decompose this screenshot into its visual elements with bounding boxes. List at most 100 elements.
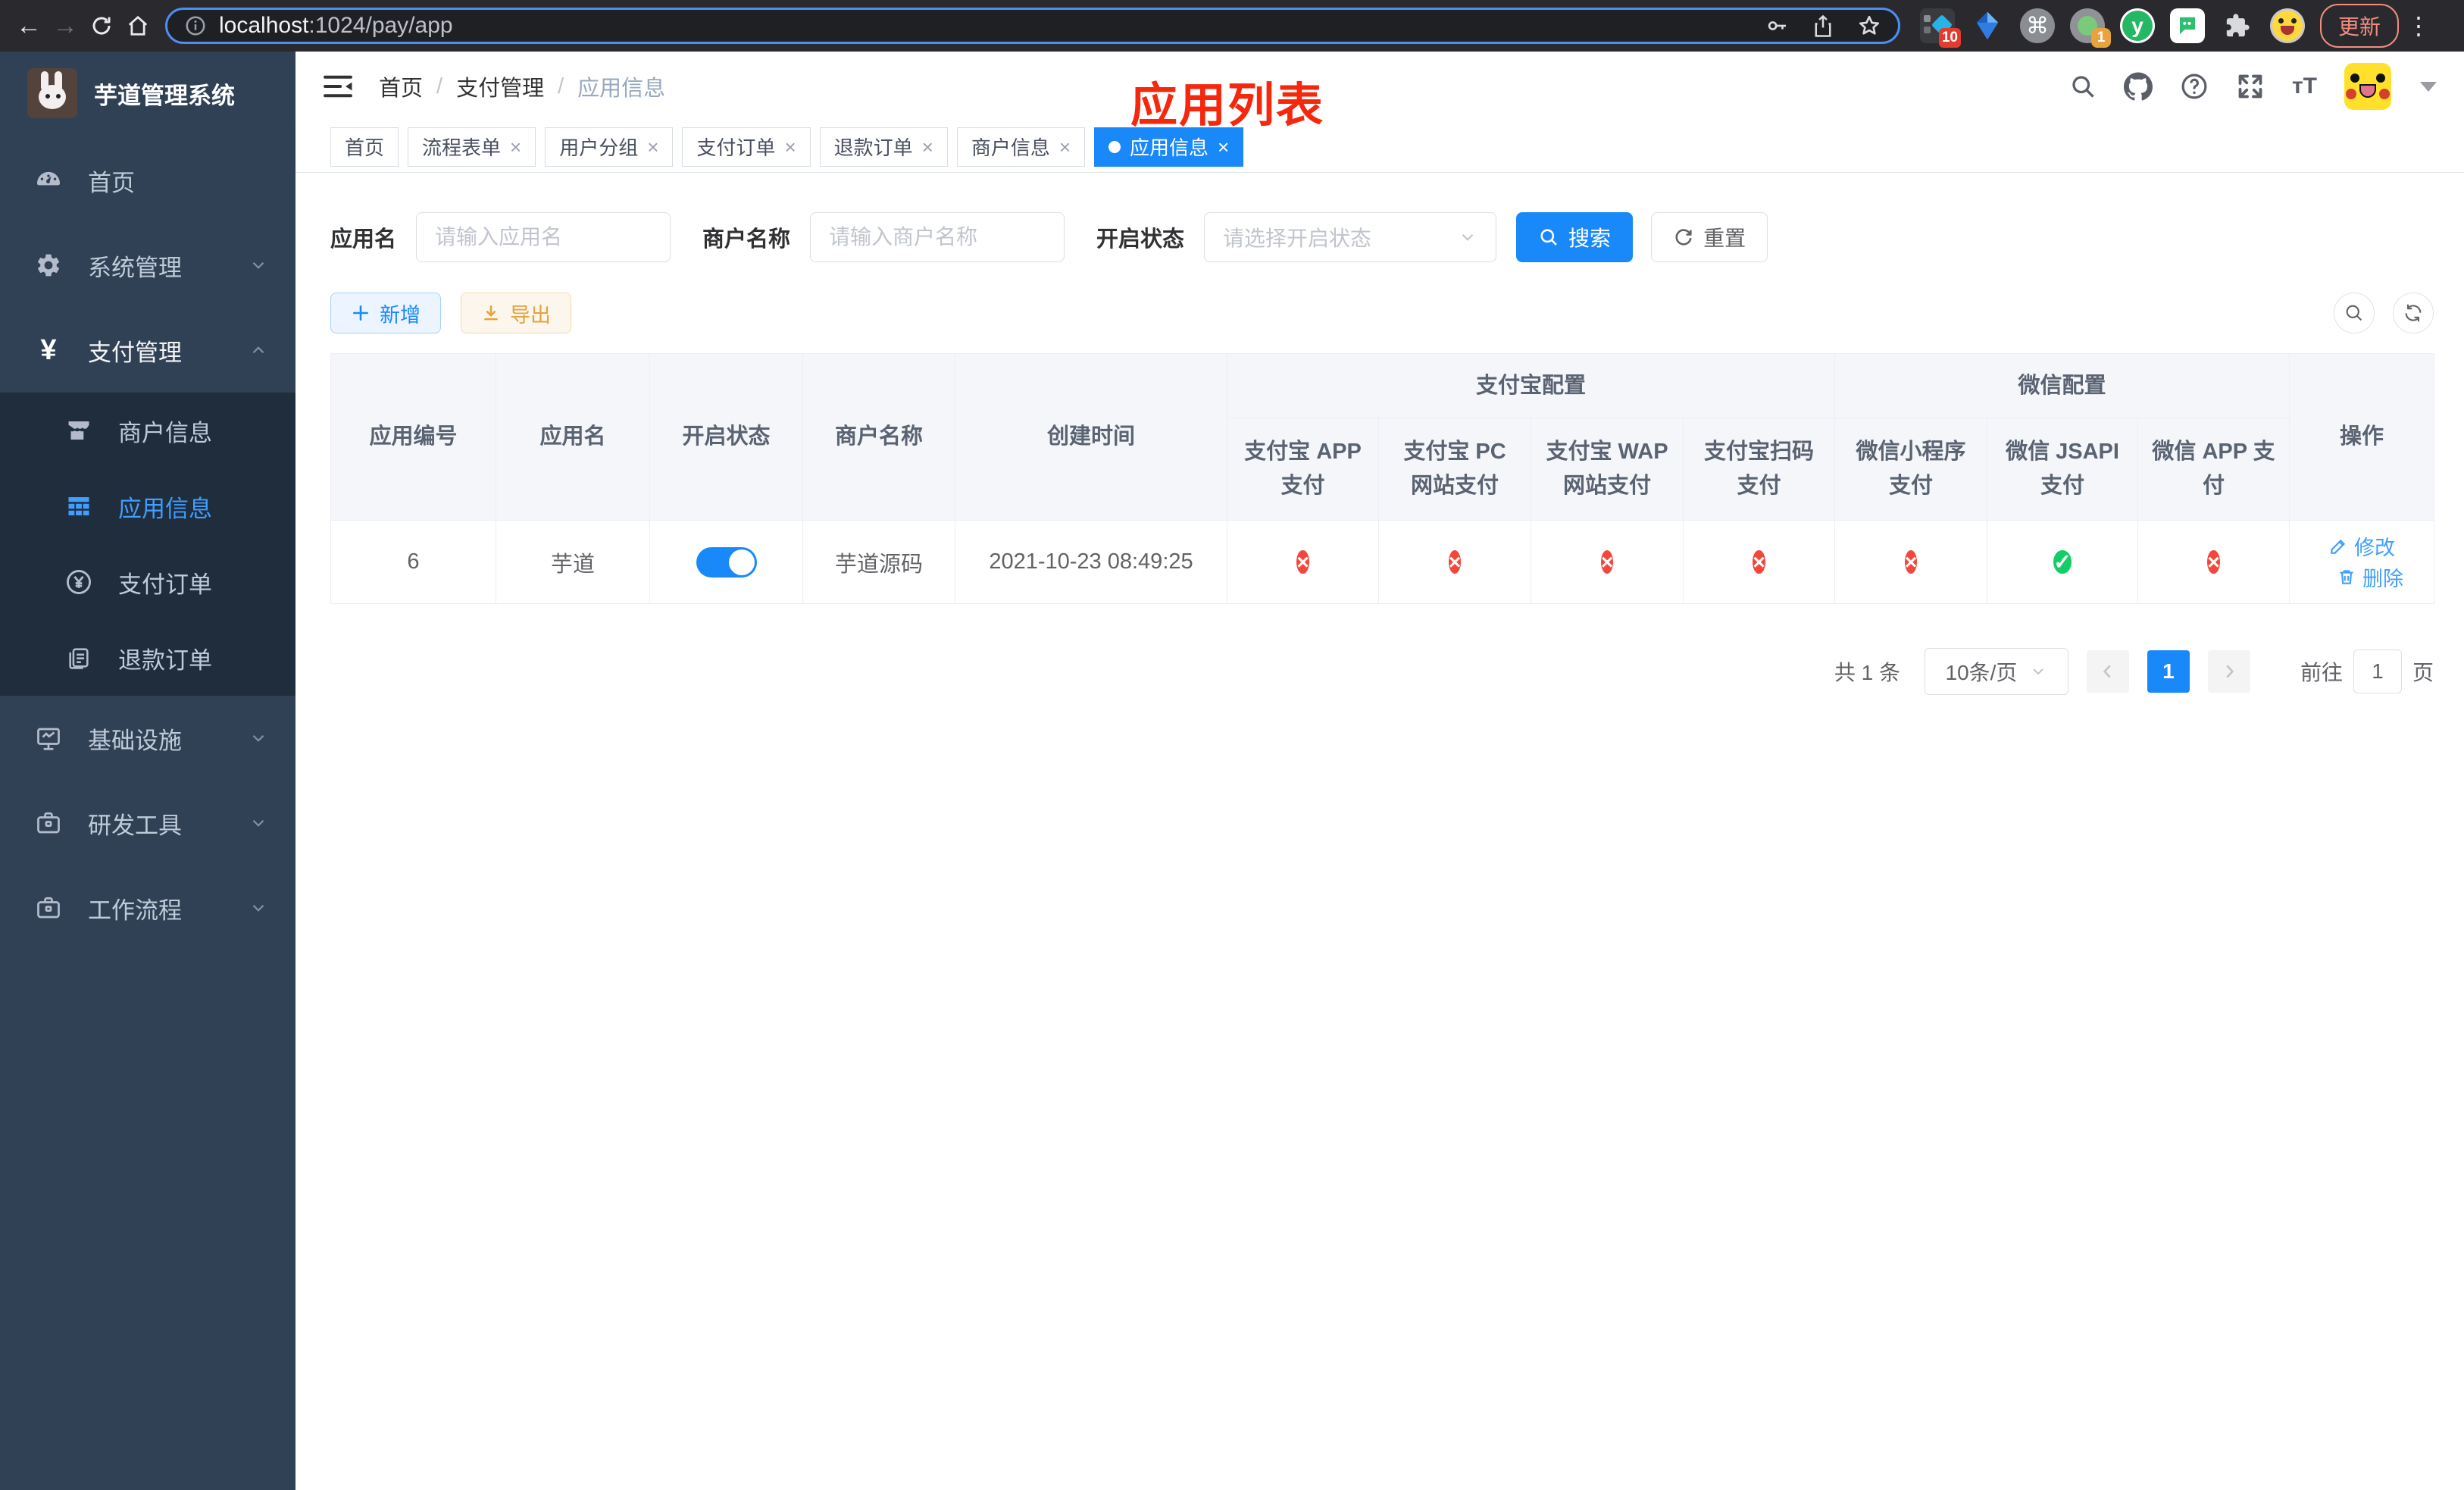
tab-close-icon[interactable]: × bbox=[1059, 137, 1071, 157]
pagination-total: 共 1 条 bbox=[1834, 661, 1900, 684]
goto-prefix: 前往 bbox=[2300, 661, 2343, 684]
extension-command-icon[interactable]: ⌘ bbox=[2020, 8, 2055, 43]
tab-label: 退款订单 bbox=[833, 136, 913, 159]
page-size-select[interactable]: 10条/页 bbox=[1924, 648, 2068, 695]
tab-refund-orders[interactable]: 退款订单 × bbox=[819, 127, 948, 167]
fullscreen-icon[interactable] bbox=[2236, 72, 2265, 101]
prev-page-button[interactable] bbox=[2086, 650, 2129, 693]
share-icon[interactable] bbox=[1812, 14, 1834, 38]
app-name-input[interactable] bbox=[416, 212, 671, 262]
extension-yuque-icon[interactable]: y bbox=[2120, 8, 2155, 43]
search-icon bbox=[1540, 229, 1557, 246]
sidebar-item-refund-orders[interactable]: 退款订单 bbox=[0, 620, 295, 696]
refresh-table-button[interactable] bbox=[2393, 293, 2434, 333]
chevron-down-icon bbox=[1458, 227, 1477, 247]
delete-link[interactable]: 删除 bbox=[2337, 562, 2403, 592]
tab-pay-orders[interactable]: 支付订单 × bbox=[682, 127, 811, 167]
export-button[interactable]: 导出 bbox=[461, 293, 571, 333]
enabled-toggle[interactable] bbox=[696, 546, 757, 578]
download-icon bbox=[484, 305, 498, 321]
breadcrumb-section[interactable]: 支付管理 bbox=[456, 70, 544, 102]
col-header-alipay-app: 支付宝 APP 支付 bbox=[1227, 418, 1379, 521]
breadcrumb-separator: / bbox=[558, 74, 564, 99]
font-size-icon[interactable]: тT bbox=[2292, 74, 2317, 99]
sidebar-item-payment[interactable]: ¥ 支付管理 bbox=[0, 308, 295, 393]
col-header-merchant: 商户名称 bbox=[802, 353, 955, 521]
edit-link-label: 修改 bbox=[2354, 537, 2396, 559]
breadcrumb-current: 应用信息 bbox=[577, 77, 666, 101]
tab-user-group[interactable]: 用户分组 × bbox=[545, 127, 674, 167]
app-logo-row[interactable]: 芋道管理系统 bbox=[0, 52, 295, 132]
sidebar-item-merchant-info[interactable]: 商户信息 bbox=[0, 393, 295, 468]
extension-avatar-icon[interactable]: 1 bbox=[2070, 8, 2111, 48]
page-annotation-title: 应用列表 bbox=[1130, 80, 1324, 132]
bookmark-star-icon[interactable] bbox=[1857, 14, 1881, 38]
browser-menu-icon[interactable]: ⋮ bbox=[2406, 11, 2432, 40]
sidebar-item-infrastructure[interactable]: 基础设施 bbox=[0, 696, 295, 781]
table-row: 6 芋道 芋道源码 2021-10-23 08:49:25 × × × × × … bbox=[330, 520, 2435, 604]
tab-home[interactable]: 首页 bbox=[330, 127, 399, 167]
cell-created: 2021-10-23 08:49:25 bbox=[955, 520, 1227, 604]
github-icon[interactable] bbox=[2123, 72, 2153, 101]
extension-emoji-icon[interactable] bbox=[2270, 8, 2305, 43]
tab-close-icon[interactable]: × bbox=[784, 137, 796, 157]
toggle-search-button[interactable] bbox=[2334, 293, 2375, 333]
browser-forward-icon[interactable]: → bbox=[47, 8, 83, 44]
sidebar-item-label: 支付管理 bbox=[88, 339, 182, 366]
breadcrumb-home[interactable]: 首页 bbox=[379, 70, 423, 102]
extension-kite-icon[interactable] bbox=[1970, 8, 2005, 43]
browser-home-icon[interactable] bbox=[120, 8, 156, 44]
browser-back-icon[interactable]: ← bbox=[11, 8, 47, 44]
cell-wx-lite-status: × bbox=[1834, 520, 1988, 604]
tab-close-icon[interactable]: × bbox=[510, 137, 521, 157]
password-key-icon[interactable] bbox=[1765, 14, 1789, 38]
cell-alipay-app-status: × bbox=[1227, 520, 1379, 604]
sidebar-item-label: 应用信息 bbox=[118, 495, 212, 522]
sidebar-item-pay-orders[interactable]: 支付订单 bbox=[0, 544, 295, 620]
tab-close-icon[interactable]: × bbox=[647, 137, 658, 157]
help-icon[interactable] bbox=[2180, 72, 2209, 101]
col-header-wx-app: 微信 APP 支付 bbox=[2137, 418, 2290, 521]
reset-button[interactable]: 重置 bbox=[1651, 212, 1768, 262]
browser-reload-icon[interactable] bbox=[83, 8, 120, 44]
sidebar-collapse-icon[interactable] bbox=[323, 73, 353, 100]
yen-icon: ¥ bbox=[40, 334, 57, 366]
sidebar-item-workflow[interactable]: 工作流程 bbox=[0, 866, 295, 950]
header-search-icon[interactable] bbox=[2069, 73, 2097, 100]
page-size-value: 10条/页 bbox=[1945, 661, 2018, 684]
search-button[interactable]: 搜索 bbox=[1516, 212, 1634, 262]
plus-icon bbox=[353, 305, 368, 321]
goto-page-input[interactable] bbox=[2353, 650, 2402, 693]
sidebar-item-app-info[interactable]: 应用信息 bbox=[0, 468, 295, 544]
extensions-puzzle-icon[interactable] bbox=[2220, 8, 2255, 43]
user-avatar[interactable] bbox=[2344, 63, 2391, 110]
add-button[interactable]: 新增 bbox=[330, 293, 441, 333]
sidebar-item-system[interactable]: 系统管理 bbox=[0, 223, 295, 308]
col-header-alipay-wap: 支付宝 WAP 网站支付 bbox=[1531, 418, 1684, 521]
search-icon bbox=[2346, 305, 2362, 321]
extension-blue-diamond-icon[interactable]: 10 bbox=[1920, 8, 1961, 48]
enabled-status-select[interactable]: 请选择开启状态 bbox=[1204, 212, 1497, 262]
yen-circle-icon bbox=[64, 567, 94, 597]
sidebar-item-dev-tools[interactable]: 研发工具 bbox=[0, 781, 295, 866]
browser-update-button[interactable]: 更新 bbox=[2320, 4, 2400, 48]
edit-link[interactable]: 修改 bbox=[2328, 531, 2395, 561]
col-header-app-name: 应用名 bbox=[496, 353, 650, 521]
sidebar-item-label: 研发工具 bbox=[88, 812, 182, 839]
sidebar-item-home[interactable]: 首页 bbox=[0, 138, 295, 223]
page-number-button[interactable]: 1 bbox=[2147, 650, 2190, 693]
site-info-icon[interactable] bbox=[184, 14, 207, 37]
next-page-button[interactable] bbox=[2207, 650, 2250, 693]
sidebar-item-label: 基础设施 bbox=[88, 727, 182, 754]
tab-process-form[interactable]: 流程表单 × bbox=[408, 127, 536, 167]
extension-chat-icon[interactable] bbox=[2170, 8, 2205, 43]
tab-close-icon[interactable]: × bbox=[922, 137, 933, 157]
address-bar[interactable]: localhost:1024/pay/app bbox=[165, 8, 1900, 44]
merchant-name-input[interactable] bbox=[810, 212, 1065, 262]
dashboard-icon bbox=[33, 165, 64, 196]
extension-badge-1: 1 bbox=[2091, 28, 2111, 48]
cell-alipay-qr-status: × bbox=[1682, 520, 1836, 604]
status-error-icon: × bbox=[1600, 549, 1614, 574]
tab-close-icon[interactable]: × bbox=[1218, 137, 1229, 157]
user-menu-caret-icon[interactable] bbox=[2420, 81, 2437, 92]
